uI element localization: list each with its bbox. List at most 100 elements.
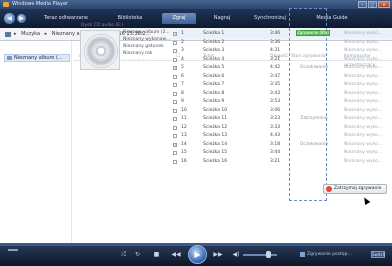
track-length: 4:42 [270,65,281,70]
track-checkbox[interactable] [173,57,177,62]
track-title: Ścieżka 12 [203,124,228,130]
track-checkbox[interactable]: ✓ [173,66,177,70]
track-length: 3:53 [270,99,281,104]
stop-icon[interactable]: ■ [152,249,161,260]
play-button[interactable]: ▶ [188,245,207,264]
maximize-button[interactable]: □ [368,1,377,8]
track-number: 9 [181,99,184,104]
track-checkbox[interactable] [173,49,177,53]
media-player-window: Windows Media Player – □ ✕ ◀ ▶ Teraz odt… [0,0,392,266]
track-length: 3:47 [270,73,281,79]
track-checkbox[interactable] [173,40,177,45]
table-row[interactable]: ✓ 14 Ścieżka 14 3:18 Oczekiwanie Nieznany wyk… [173,141,392,149]
track-title: Ścieżka 4 [203,56,225,62]
album-year[interactable]: Nieznany rok [123,50,173,57]
close-button[interactable]: ✕ [378,1,390,8]
track-title: Ścieżka 6 [203,73,225,79]
previous-icon[interactable]: ◀◀ [167,249,185,260]
track-number: 12 [181,124,187,130]
track-checkbox[interactable] [173,134,177,138]
album-name[interactable]: Nieznany album (2... [123,29,173,36]
track-composer: Nieznany wyko... [344,90,383,96]
track-title: Ścieżka 3 [203,48,225,53]
table-row[interactable]: 3 Ścieżka 3 4:31 Nieznany wyko... [173,47,392,55]
mute-icon[interactable]: ◀) [230,249,242,260]
track-title: Ścieżka 7 [203,82,225,87]
track-title: Ścieżka 16 [203,158,228,164]
seek-position-indicator [8,249,18,251]
track-checkbox[interactable] [173,117,177,121]
track-length: 3:06 [270,107,281,113]
table-row[interactable]: 15 Ścieżka 15 3:44 Nieznany wyko... [173,149,392,157]
track-number: 15 [181,150,187,155]
tab-sync[interactable]: Synchronizuj [248,13,292,24]
track-checkbox[interactable] [173,125,177,130]
track-composer: Nieznany wyko... [344,31,383,36]
track-title: Ścieżka 11 [203,116,228,121]
track-checkbox[interactable] [173,91,177,96]
album-artist[interactable]: Nieznany wykonaw... [123,36,173,43]
title-bar: Windows Media Player – □ ✕ [0,0,392,9]
track-checkbox[interactable] [173,151,177,155]
track-checkbox[interactable] [173,108,177,113]
track-length: 3:36 [270,39,281,45]
table-row[interactable]: 11 Ścieżka 11 3:23 Zatrzymane Nieznany wyko.… [173,115,392,123]
track-composer: Nieznany wyko... [344,73,383,79]
track-number: 16 [181,158,187,164]
track-title: Ścieżka 10 [203,107,228,113]
track-checkbox[interactable]: ✓ [173,142,177,147]
tab-burn[interactable]: Nagraj [207,13,237,24]
track-title: Ścieżka 1 [203,31,225,36]
table-row[interactable]: 8 Ścieżka 8 3:43 Nieznany wyko... [173,90,392,98]
volume-slider[interactable] [243,254,277,256]
track-title: Ścieżka 13 [203,133,228,138]
tab-rip[interactable]: Zgraj [162,13,196,24]
track-checkbox[interactable] [173,74,177,79]
track-checkbox[interactable] [173,100,177,104]
track-length: 3:21 [270,56,281,62]
table-row[interactable]: 16 Ścieżka 16 3:21 Nieznany wyko... [173,158,392,166]
track-length: 3:35 [270,82,281,87]
table-row[interactable]: 4 Ścieżka 4 3:21 Nieznany wyko... [173,56,392,64]
table-row[interactable]: 2 Ścieżka 2 3:36 Nieznany wyko... [173,39,392,47]
minimize-button[interactable]: – [358,1,367,8]
table-row[interactable]: ✓ 5 Ścieżka 5 4:42 Oczekiwanie Nieznany wyko.… [173,64,392,72]
stop-rip-icon [326,186,332,192]
forward-arrow-icon[interactable]: ▶ [17,14,26,23]
track-composer: Nieznany wyko... [344,65,383,70]
rip-progress-bar: Zgrywanie (9%) [296,30,330,36]
track-length: 3:33 [270,124,281,130]
window-title: Windows Media Player [12,1,69,7]
table-row[interactable]: 10 Ścieżka 10 3:06 Nieznany wyko... [173,107,392,115]
back-arrow-icon[interactable]: ◀ [4,13,15,24]
next-icon[interactable]: ▶▶ [209,249,227,260]
music-folder-icon [5,32,11,37]
track-length: 3:18 [270,141,281,147]
track-length: 4:31 [270,48,281,53]
track-number: 1 [181,31,184,36]
track-checkbox[interactable] [173,159,177,164]
table-row[interactable]: 13 Ścieżka 13 4:43 Nieznany wyko... [173,132,392,140]
track-number: 4 [181,56,184,62]
track-length: 3:21 [270,158,281,164]
table-row[interactable]: ✓ 1 Ścieżka 1 3:46 Nieznany wyko... [173,30,392,38]
volume-knob[interactable] [266,251,271,258]
track-composer: Nieznany wyko... [344,124,383,130]
switch-view-button[interactable]: Switch [371,251,385,258]
repeat-icon[interactable]: ↻ [133,249,142,260]
track-checkbox[interactable]: ✓ [173,32,177,36]
table-row[interactable]: 7 Ścieżka 7 3:35 Nieznany wyko... [173,81,392,89]
shuffle-icon[interactable]: ⤮ [119,249,128,260]
track-checkbox[interactable] [173,83,177,87]
tree-item-album[interactable]: Nieznany album (... [4,54,70,62]
track-composer: Nieznany wyko... [344,82,383,87]
breadcrumb-item-music[interactable]: Muzyka [21,31,40,37]
table-row[interactable]: 6 Ścieżka 6 3:47 Nieznany wyko... [173,73,392,81]
album-rating[interactable]: ☆☆☆☆☆ [123,57,173,64]
album-info: Nieznany album (2... Nieznany wykonaw...… [123,29,173,64]
stop-rip-button[interactable]: Zatrzymaj zgrywanie [323,184,387,194]
album-genre[interactable]: Nieznany gatunek [123,43,173,50]
track-number: 14 [181,141,187,147]
table-row[interactable]: 9 Ścieżka 9 3:53 Nieznany wyko... [173,98,392,106]
table-row[interactable]: 12 Ścieżka 12 3:33 Nieznany wyko... [173,124,392,132]
